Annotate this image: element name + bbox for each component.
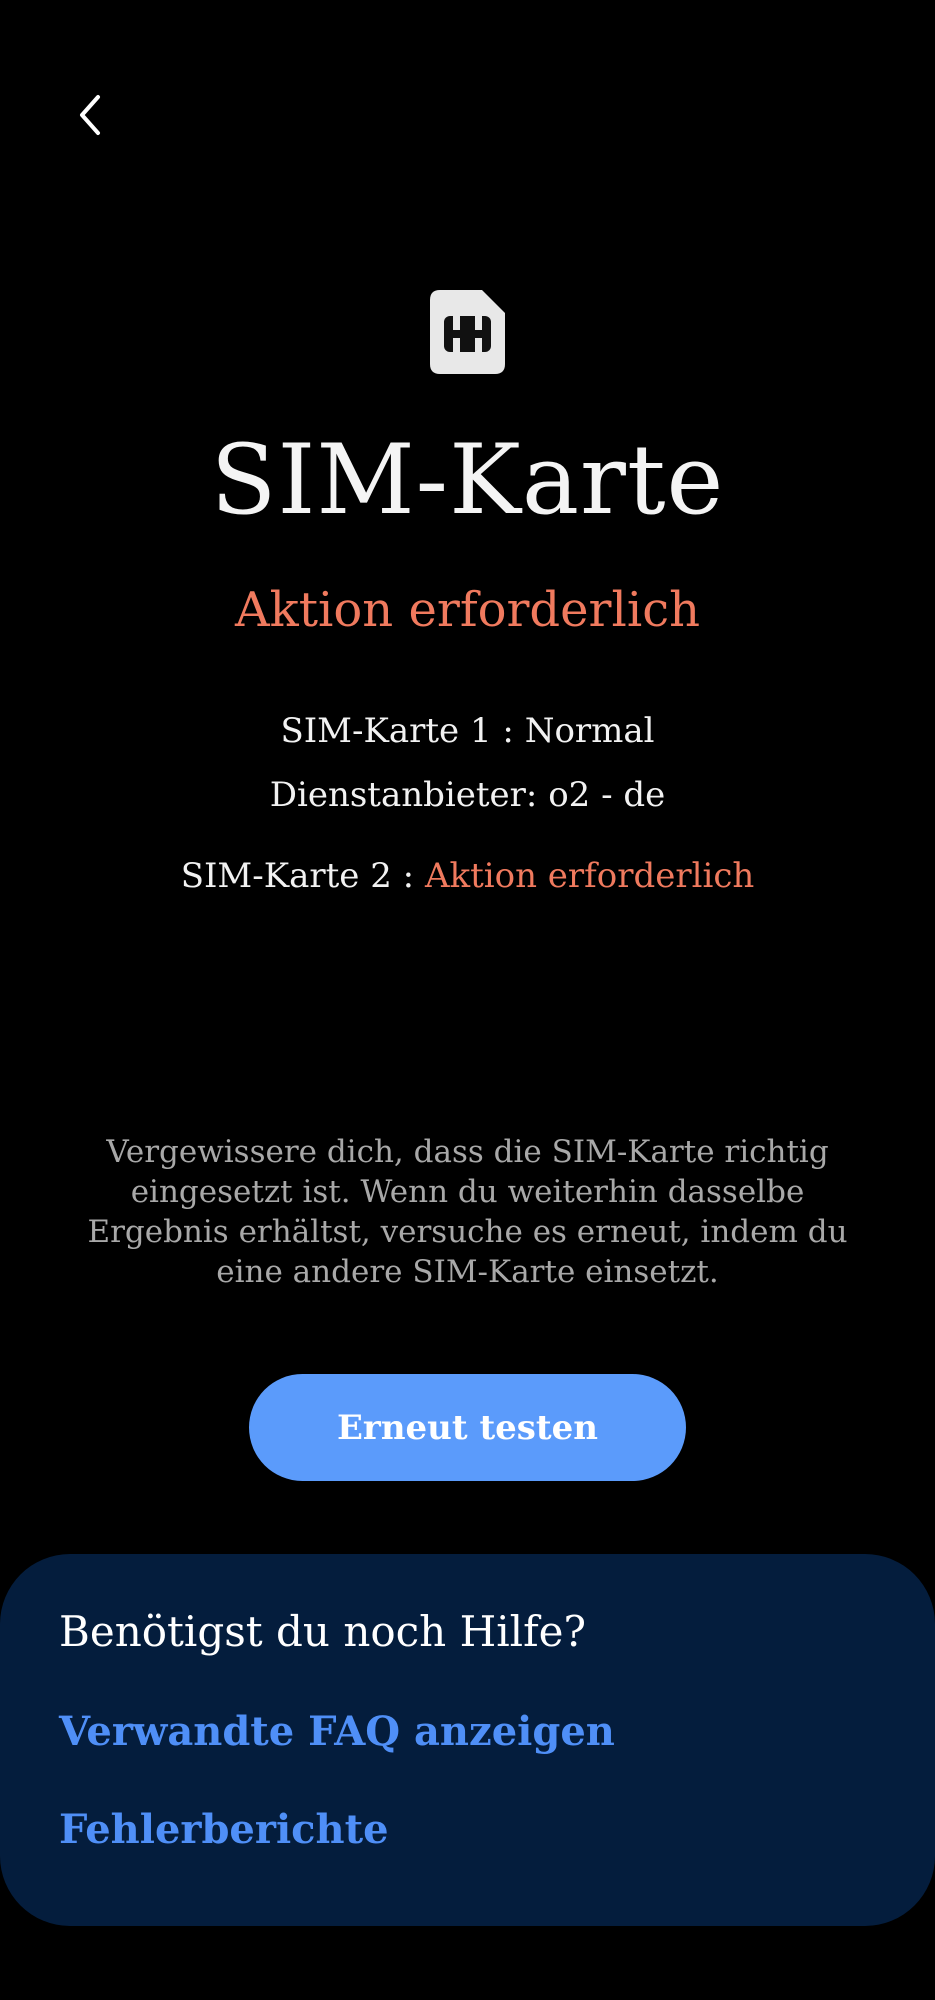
retry-button[interactable]: Erneut testen: [249, 1374, 686, 1481]
provider-label: Dienstanbieter:: [269, 775, 549, 815]
sim1-label: SIM-Karte 1 :: [280, 711, 525, 751]
help-title: Benötigst du noch Hilfe?: [59, 1607, 586, 1656]
provider-value: o2 - de: [548, 775, 666, 815]
faq-link[interactable]: Verwandte FAQ anzeigen: [59, 1704, 615, 1760]
description-text: Vergewissere dich, dass die SIM-Karte ri…: [87, 1134, 848, 1290]
sim1-status: Normal: [524, 711, 655, 751]
page-title: SIM-Karte: [210, 424, 725, 536]
provider-info: Dienstanbieter: o2 - de: [0, 771, 935, 819]
back-button[interactable]: [60, 85, 120, 145]
error-report-link[interactable]: Fehlerberichte: [59, 1802, 389, 1858]
sim1-info: SIM-Karte 1 : Normal: [0, 707, 935, 755]
sim2-status: Aktion erforderlich: [424, 856, 755, 896]
sim2-info: SIM-Karte 2 : Aktion erforderlich: [0, 852, 935, 900]
help-card: Benötigst du noch Hilfe? Verwandte FAQ a…: [0, 1554, 935, 1926]
sim2-label: SIM-Karte 2 :: [180, 856, 425, 896]
chevron-left-icon: [80, 95, 100, 135]
status-text: Aktion erforderlich: [235, 582, 700, 638]
sim-card-icon: [430, 290, 505, 374]
